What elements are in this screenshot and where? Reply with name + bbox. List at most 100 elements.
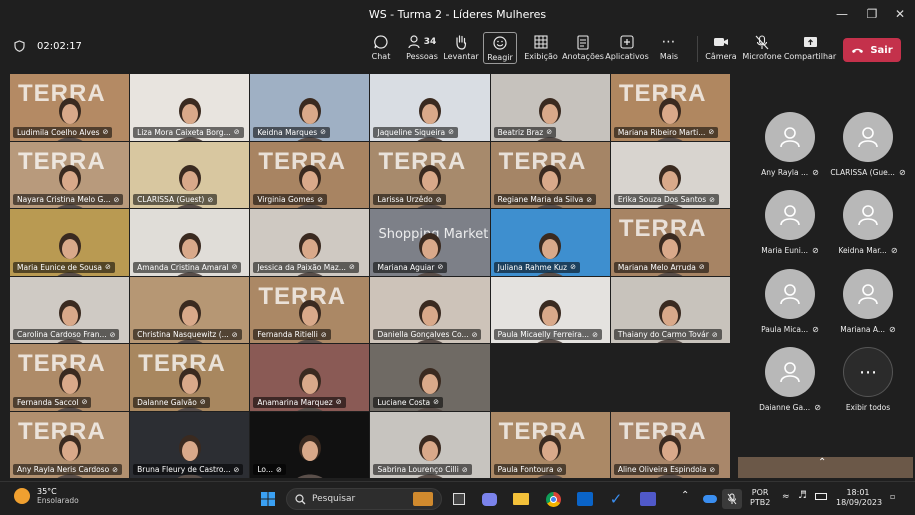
participant-tile[interactable]: Keidna Marques ⊘ [250, 74, 370, 141]
roster-participant[interactable]: Mariana A... ⊘ [828, 269, 908, 347]
participant-tile[interactable]: Carolina Cardoso Fran... ⊘ [10, 276, 130, 343]
participant-tile[interactable]: TERRA Mariana Melo Arruda ⊘ [610, 209, 730, 276]
mic-button[interactable]: Microfone [742, 32, 782, 66]
view-button[interactable]: Exibição [524, 32, 558, 66]
task-view-icon[interactable] [449, 489, 469, 509]
camera-button[interactable]: Câmera [705, 32, 737, 66]
participant-name-label: Erika Souza Dos Santos ⊘ [613, 194, 720, 205]
participant-tile[interactable]: Lo... ⊘ [250, 411, 370, 478]
minimize-icon[interactable]: — [826, 0, 858, 28]
participant-tile[interactable]: Juliana Rahme Kuz ⊘ [490, 209, 610, 276]
share-button[interactable]: Compartilhar [784, 32, 836, 66]
participant-tile[interactable]: Anamarina Marquez ⊘ [250, 344, 370, 411]
participant-tile[interactable]: Liza Mora Caixeta Borg... ⊘ [130, 74, 250, 141]
mic-muted-icon: ⊘ [461, 465, 468, 474]
file-explorer-icon[interactable] [511, 489, 531, 509]
participant-tile[interactable]: TERRA Paula Fontoura ⊘ [490, 411, 610, 478]
notes-button[interactable]: Anotações [562, 32, 604, 66]
mic-muted-icon: ⊘ [546, 128, 553, 136]
clock[interactable]: 18:01 18/09/2023 [836, 488, 883, 508]
participant-tile[interactable]: Jessica da Paixão Maz... ⊘ [250, 209, 370, 276]
outlook-icon[interactable] [575, 489, 595, 509]
participant-tile[interactable]: TERRA Dalanne Galvão ⊘ [130, 344, 250, 411]
participant-tile[interactable]: TERRA Mariana Ribeiro Marti... ⊘ [610, 74, 730, 141]
weather-widget[interactable]: 35°C Ensolarado [14, 487, 79, 505]
participant-tile[interactable]: Paula Micaelly Ferreira... ⊘ [490, 276, 610, 343]
roster-participant[interactable]: Paula Mica... ⊘ [750, 269, 830, 347]
participant-name: Mariana Aguiar [377, 262, 435, 272]
language-indicator[interactable]: POR PTB2 [750, 488, 770, 508]
leave-button[interactable]: Sair [843, 38, 901, 62]
roster-participant[interactable]: Maria Euni... ⊘ [750, 190, 830, 268]
roster-participant[interactable]: CLARISSA (Gue... ⊘ [828, 112, 908, 190]
tray-chevron-icon[interactable]: ⌃ [681, 491, 689, 501]
participant-tile[interactable]: Thaiany do Carmo Továr ⊘ [610, 276, 730, 343]
mic-muted-icon: ⊘ [709, 195, 716, 204]
participant-name-label: Ludimila Coelho Alves ⊘ [13, 126, 113, 138]
participant-name: Fernanda Ritielli [257, 330, 318, 339]
participant-tile[interactable]: Erika Souza Dos Santos ⊘ [610, 141, 730, 208]
participant-tile[interactable]: TERRA Regiane Maria da Silva ⊘ [490, 141, 610, 208]
participant-name-label: Juliana Rahme Kuz ⊘ [493, 261, 580, 273]
react-button[interactable]: Reagir [483, 32, 517, 64]
mic-muted-icon: ⊘ [435, 195, 442, 204]
participant-tile[interactable]: Sabrina Lourenço Cilli ⊘ [370, 411, 490, 478]
roster-participant[interactable]: Any Rayla ... ⊘ [750, 112, 830, 190]
participant-name-label: CLARISSA (Guest) ⊘ [133, 194, 218, 205]
windows-start-icon[interactable] [258, 489, 278, 509]
tray-mic-muted-icon[interactable] [722, 489, 742, 509]
participant-tile[interactable]: Daniella Gonçalves Co... ⊘ [370, 276, 490, 343]
teams-chat-icon[interactable] [479, 489, 499, 509]
chat-button[interactable]: Chat [368, 32, 394, 66]
participant-tile[interactable]: TERRA Any Rayla Neris Cardoso ⊘ [10, 411, 130, 478]
show-all-button[interactable]: ⋯ Exibir todos [828, 347, 908, 425]
raise-hand-button[interactable]: Levantar [443, 32, 479, 66]
apps-button[interactable]: Aplicativos [605, 32, 649, 66]
people-button[interactable]: 34 Pessoas [404, 32, 440, 66]
participant-tile[interactable]: TERRA Fernanda Ritielli ⊘ [250, 276, 370, 343]
participant-tile[interactable]: CLARISSA (Guest) ⊘ [130, 141, 250, 208]
participant-name-label: Paula Micaelly Ferreira... ⊘ [493, 329, 602, 340]
participant-tile[interactable]: Shopping Market Mariana Aguiar ⊘ [370, 209, 490, 276]
roster-participant[interactable]: Keidna Mar... ⊘ [828, 190, 908, 268]
roster-name: CLARISSA (Gue... [830, 168, 895, 177]
participant-tile[interactable]: TERRA Ludimila Coelho Alves ⊘ [10, 74, 130, 141]
participant-name: Beatriz Braz [497, 127, 544, 137]
self-view-preview[interactable]: ⌃ [738, 457, 913, 478]
sun-icon [14, 488, 30, 504]
roster-name-row: Daianne Ga... ⊘ [759, 403, 821, 412]
mic-muted-icon: ⊘ [320, 330, 327, 339]
participant-tile[interactable]: Beatriz Braz ⊘ [490, 74, 610, 141]
volume-icon[interactable]: ♬ [798, 491, 807, 501]
participant-name-label: Virginia Gomes ⊘ [253, 194, 328, 205]
participant-tile[interactable]: Jaqueline Siqueira ⊘ [370, 74, 490, 141]
roster-participant[interactable]: Daianne Ga... ⊘ [750, 347, 830, 425]
participant-tile[interactable]: TERRA Nayara Cristina Melo G... ⊘ [10, 141, 130, 208]
notification-icon[interactable]: ▫ [890, 492, 895, 502]
participant-tile[interactable]: Bruna Fleury de Castro... ⊘ [130, 411, 250, 478]
teams-icon[interactable] [638, 489, 658, 509]
participant-tile[interactable]: TERRA Larissa Urzêdo ⊘ [370, 141, 490, 208]
participant-tile[interactable]: TERRA Aline Oliveira Espindola ⊘ [610, 411, 730, 478]
participant-tile[interactable]: Christina Nasquewitz (... ⊘ [130, 276, 250, 343]
taskbar-search[interactable]: Pesquisar [286, 488, 442, 510]
participant-tile[interactable]: Maria Eunice de Sousa ⊘ [10, 209, 130, 276]
clock-date: 18/09/2023 [836, 498, 883, 507]
onedrive-icon[interactable] [700, 489, 720, 509]
avatar [765, 347, 815, 397]
participant-tile[interactable]: Luciane Costa ⊘ [370, 344, 490, 411]
wifi-icon[interactable]: ≈ [782, 492, 790, 502]
participant-name: Virginia Gomes [257, 195, 315, 204]
todo-icon[interactable]: ✓ [606, 489, 626, 509]
close-icon[interactable]: ✕ [884, 0, 915, 28]
participant-tile[interactable]: TERRA Fernanda Saccol ⊘ [10, 344, 130, 411]
battery-icon[interactable] [815, 493, 827, 500]
participant-tile[interactable]: Amanda Cristina Amaral ⊘ [130, 209, 250, 276]
more-button[interactable]: ⋯ Mais [656, 32, 682, 66]
chrome-icon[interactable] [543, 489, 563, 509]
search-placeholder: Pesquisar [312, 494, 356, 504]
participant-tile[interactable]: TERRA Virginia Gomes ⊘ [250, 141, 370, 208]
participant-name-label: Maria Eunice de Sousa ⊘ [13, 261, 115, 273]
chevron-up-icon[interactable]: ⌃ [818, 457, 826, 468]
mic-muted-icon: ⊘ [812, 246, 819, 255]
